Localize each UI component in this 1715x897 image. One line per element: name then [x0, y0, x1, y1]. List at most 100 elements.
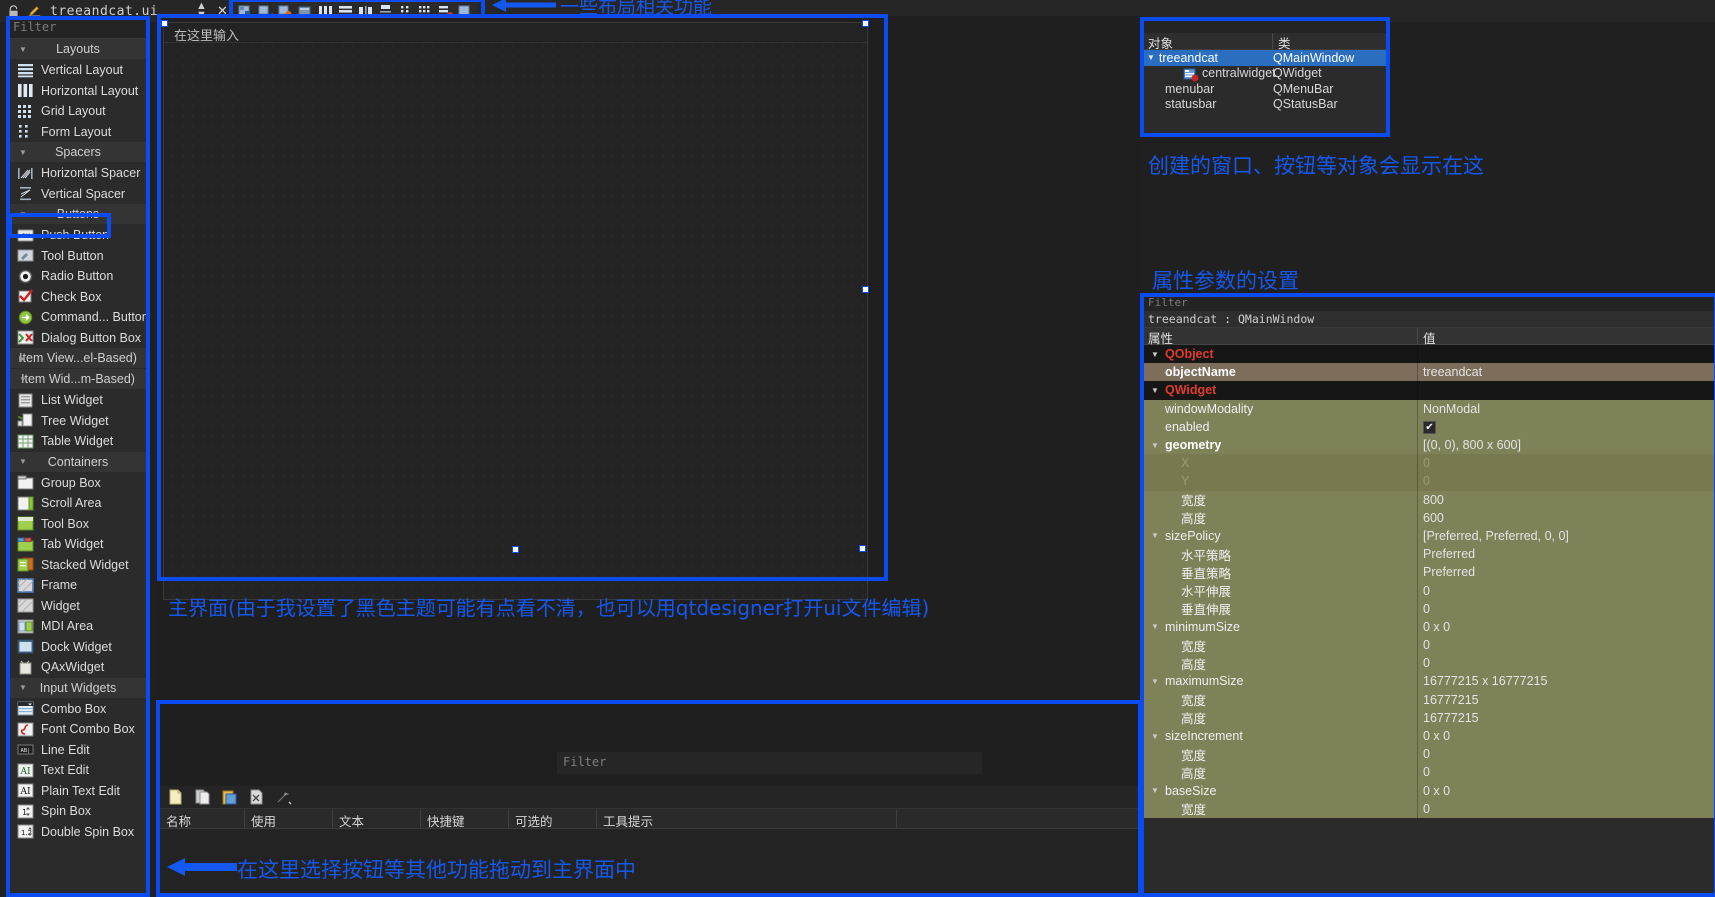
- property-row[interactable]: Y0: [1143, 472, 1715, 490]
- property-row[interactable]: ▼geometry[(0, 0), 800 x 600]: [1143, 436, 1715, 454]
- widget-item-text-edit[interactable]: AIText Edit: [7, 760, 149, 781]
- property-value-label[interactable]: 600: [1418, 511, 1444, 525]
- widget-item-vertical-spacer[interactable]: Vertical Spacer: [7, 184, 149, 205]
- action-column-header[interactable]: 可选的: [509, 809, 597, 828]
- property-value-label[interactable]: [(0, 0), 800 x 600]: [1418, 438, 1521, 452]
- widget-item-widget[interactable]: Widget: [7, 596, 149, 617]
- widget-item-radio-button[interactable]: Radio Button: [7, 266, 149, 287]
- widget-item-qaxwidget[interactable]: QAxWidget: [7, 657, 149, 678]
- property-value-label[interactable]: [Preferred, Preferred, 0, 0]: [1418, 529, 1569, 543]
- property-value-label[interactable]: 0: [1418, 747, 1430, 761]
- object-inspector-row[interactable]: menubarQMenuBar: [1143, 81, 1388, 97]
- delete-action-icon[interactable]: [249, 789, 266, 806]
- property-row[interactable]: objectNametreeandcat: [1143, 363, 1715, 381]
- property-value-label[interactable]: 0: [1418, 638, 1430, 652]
- widget-item-stacked-widget[interactable]: Stacked Widget: [7, 555, 149, 576]
- widget-item-tool-box[interactable]: Tool Box: [7, 514, 149, 535]
- property-editor-rows[interactable]: ▼QObjectobjectNametreeandcat▼QWidgetwind…: [1143, 345, 1715, 818]
- resize-handle-r[interactable]: [862, 286, 869, 293]
- object-inspector-row[interactable]: centralwidgetQWidget: [1143, 66, 1388, 82]
- property-row[interactable]: 高度16777215: [1143, 709, 1715, 727]
- widget-item-plain-text-edit[interactable]: AIPlain Text Edit: [7, 781, 149, 802]
- property-value-label[interactable]: NonModal: [1418, 402, 1480, 416]
- property-row[interactable]: enabled✔: [1143, 418, 1715, 436]
- widget-item-tree-widget[interactable]: Tree Widget: [7, 411, 149, 432]
- property-row[interactable]: 高度0: [1143, 654, 1715, 672]
- paste-action-icon[interactable]: [222, 789, 239, 806]
- widget-item-scroll-area[interactable]: Scroll Area: [7, 493, 149, 514]
- widget-item-vertical-layout[interactable]: Vertical Layout: [7, 60, 149, 81]
- widget-group-item-wid-m-based[interactable]: ▼Item Wid...m-Based): [7, 369, 149, 390]
- object-inspector-filter[interactable]: [1143, 20, 1388, 33]
- property-row[interactable]: X0: [1143, 454, 1715, 472]
- chevron-down-icon[interactable]: ▼: [1147, 53, 1155, 62]
- property-value-label[interactable]: 16777215 x 16777215: [1418, 674, 1547, 688]
- configure-icon[interactable]: [276, 789, 293, 806]
- property-value-label[interactable]: 0: [1418, 584, 1430, 598]
- widget-item-mdi-area[interactable]: MDI Area: [7, 616, 149, 637]
- widget-item-frame[interactable]: Frame: [7, 575, 149, 596]
- widget-item-horizontal-layout[interactable]: Horizontal Layout: [7, 81, 149, 102]
- object-inspector-rows[interactable]: ▼treeandcatQMainWindowcentralwidgetQWidg…: [1143, 50, 1388, 112]
- widget-item-spin-box[interactable]: 1Spin Box: [7, 801, 149, 822]
- chevron-down-icon[interactable]: ▼: [1151, 441, 1165, 450]
- widget-item-font-combo-box[interactable]: Font Combo Box: [7, 719, 149, 740]
- property-row[interactable]: 宽度0: [1143, 745, 1715, 763]
- property-value-label[interactable]: 16777215: [1418, 693, 1479, 707]
- action-column-header[interactable]: 文本: [333, 809, 421, 828]
- object-inspector-row[interactable]: ▼treeandcatQMainWindow: [1143, 50, 1388, 66]
- widget-group-input-widgets[interactable]: ▼Input Widgets: [7, 678, 149, 699]
- widget-group-item-view-el-based[interactable]: ▶Item View...el-Based): [7, 348, 149, 369]
- property-value-label[interactable]: 0: [1418, 602, 1430, 616]
- property-row[interactable]: ▼QWidget: [1143, 381, 1715, 399]
- widget-box-filter[interactable]: Filter: [7, 17, 149, 39]
- property-row[interactable]: 垂直伸展0: [1143, 600, 1715, 618]
- property-row[interactable]: ▼QObject: [1143, 345, 1715, 363]
- widget-item-combo-box[interactable]: Combo Box: [7, 699, 149, 720]
- resize-handle-bl[interactable]: [512, 546, 519, 553]
- property-row[interactable]: 高度600: [1143, 509, 1715, 527]
- object-inspector-column-header[interactable]: 对象: [1143, 33, 1273, 49]
- action-column-header[interactable]: 使用: [245, 809, 333, 828]
- property-row[interactable]: 宽度800: [1143, 491, 1715, 509]
- chevron-down-icon[interactable]: ▼: [1151, 622, 1165, 631]
- property-row[interactable]: ▼baseSize0 x 0: [1143, 782, 1715, 800]
- widget-group-spacers[interactable]: ▼Spacers: [7, 142, 149, 163]
- property-row[interactable]: 水平伸展0: [1143, 581, 1715, 599]
- property-value-label[interactable]: 0: [1418, 802, 1430, 816]
- new-action-icon[interactable]: [168, 789, 185, 806]
- main-window-form[interactable]: 在这里输入: [163, 22, 868, 600]
- property-value-label[interactable]: Preferred: [1418, 547, 1475, 561]
- chevron-down-icon[interactable]: ▼: [1151, 677, 1165, 686]
- widget-item-group-box[interactable]: Group Box: [7, 473, 149, 494]
- chevron-down-icon[interactable]: ▼: [1151, 732, 1165, 741]
- property-row[interactable]: windowModalityNonModal: [1143, 400, 1715, 418]
- object-inspector-column-header[interactable]: 类: [1273, 33, 1388, 49]
- property-row[interactable]: 高度0: [1143, 763, 1715, 781]
- widget-item-line-edit[interactable]: AB|Line Edit: [7, 740, 149, 761]
- widget-item-dock-widget[interactable]: Dock Widget: [7, 637, 149, 658]
- property-row[interactable]: ▼sizePolicy[Preferred, Preferred, 0, 0]: [1143, 527, 1715, 545]
- widget-item-list-widget[interactable]: List Widget: [7, 390, 149, 411]
- widget-item-form-layout[interactable]: Form Layout: [7, 122, 149, 143]
- property-value-label[interactable]: Preferred: [1418, 565, 1475, 579]
- enabled-checkbox[interactable]: ✔: [1423, 421, 1436, 434]
- property-row[interactable]: 宽度16777215: [1143, 691, 1715, 709]
- chevron-down-icon[interactable]: ▼: [1151, 531, 1165, 540]
- widget-item-double-spin-box[interactable]: 1.2Double Spin Box: [7, 822, 149, 843]
- property-value-label[interactable]: 0: [1418, 456, 1430, 470]
- property-editor-filter[interactable]: Filter: [1143, 296, 1715, 311]
- property-row[interactable]: ▼sizeIncrement0 x 0: [1143, 727, 1715, 745]
- action-editor-filter[interactable]: Filter: [557, 752, 982, 774]
- widget-group-containers[interactable]: ▼Containers: [7, 452, 149, 473]
- property-value-label[interactable]: 0 x 0: [1418, 620, 1450, 634]
- property-value-label[interactable]: 800: [1418, 493, 1444, 507]
- widget-item-push-button[interactable]: OKPush Button: [7, 225, 149, 246]
- widget-item-command-button[interactable]: Command... Button: [7, 307, 149, 328]
- property-row[interactable]: 垂直策略Preferred: [1143, 563, 1715, 581]
- property-value-label[interactable]: 0: [1418, 656, 1430, 670]
- chevron-down-icon[interactable]: ▼: [1151, 350, 1165, 359]
- widget-box-list[interactable]: ▼LayoutsVertical LayoutHorizontal Layout…: [7, 39, 149, 842]
- property-row[interactable]: ▼maximumSize16777215 x 16777215: [1143, 672, 1715, 690]
- action-column-header[interactable]: 名称: [160, 809, 245, 828]
